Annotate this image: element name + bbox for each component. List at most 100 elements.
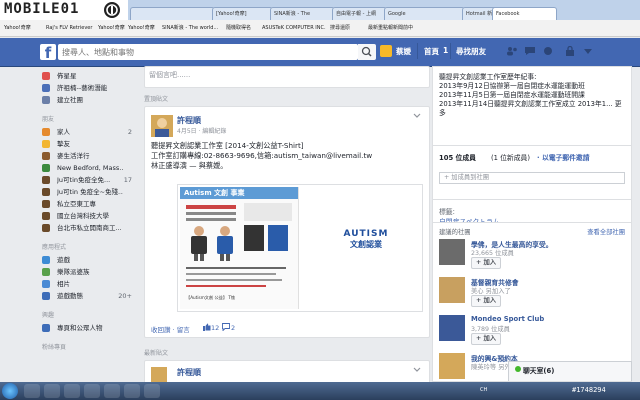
post-date[interactable]: 4月5日 · 編輯紀錄 — [177, 126, 226, 135]
sidebar-item[interactable]: 台北市私立開南商工... — [30, 222, 134, 234]
messages-icon[interactable] — [524, 46, 536, 56]
browser-tab[interactable] — [130, 7, 215, 20]
profile-link[interactable]: 蔡嬡 — [396, 46, 411, 57]
friend-requests-icon[interactable] — [506, 46, 518, 56]
comment-bubble-icon — [222, 323, 230, 333]
start-button[interactable] — [2, 383, 18, 399]
tshirt-product-photo — [268, 225, 288, 251]
app-taskbar-icon[interactable] — [144, 384, 160, 398]
chat-bar[interactable]: 聊天室(6) — [508, 361, 632, 381]
search-input[interactable] — [58, 44, 358, 60]
browser-tab[interactable]: Google — [384, 7, 465, 20]
media-taskbar-icon[interactable] — [64, 384, 80, 398]
facebook-logo[interactable]: f — [40, 44, 56, 60]
search-button[interactable] — [358, 44, 376, 60]
like-thumb-icon — [203, 323, 211, 333]
tshirt-model-photo — [214, 225, 236, 261]
sidebar-item-label: Ju可tin免疫全免... — [57, 176, 111, 184]
post-text-line: 聽提昇文創認業工作室 [2014-文創公益T-Shirt] — [151, 141, 304, 150]
bookmark-item[interactable]: 最新重點報新聞前中 — [368, 20, 413, 36]
event-line: 2013年9月12日協辦第一屆自閉症水運能運動班 — [439, 82, 585, 90]
privacy-lock-icon[interactable] — [564, 46, 576, 56]
language-indicator[interactable]: CH — [480, 387, 487, 393]
bookmark-item[interactable]: Yahoo!奇摩 — [128, 20, 155, 36]
home-link[interactable]: 首頁 — [424, 46, 439, 57]
sidebar-item[interactable]: 許祖楠--藝術潛能 — [30, 82, 134, 94]
sidebar-item[interactable]: 國立台灣科技大學 — [30, 210, 134, 222]
image-text-block — [186, 218, 236, 221]
watermark-badge-icon — [104, 2, 120, 18]
user-avatar[interactable] — [380, 45, 392, 57]
image-text-block — [186, 205, 236, 209]
join-group-button[interactable]: + 加入 — [471, 257, 502, 269]
sidebar-item-icon — [42, 268, 50, 276]
bookmark-item[interactable]: ASUSTeK COMPUTER INC. — [262, 20, 326, 36]
sidebar-item[interactable]: 樂隊派婆族 — [30, 266, 134, 278]
sidebar-item[interactable]: 遊戲 — [30, 254, 134, 266]
sidebar-item-icon — [42, 152, 50, 160]
sidebar-item[interactable]: New Bedford, Mass... — [30, 162, 134, 174]
group-name[interactable]: Mondeo Sport Club — [471, 315, 544, 323]
sidebar-section-header: 朋友 — [42, 116, 55, 123]
explorer-taskbar-icon[interactable] — [44, 384, 60, 398]
join-group-button[interactable]: + 加入 — [471, 295, 502, 307]
bookmark-item[interactable]: Yahoo!奇摩 — [4, 20, 31, 36]
sidebar-item[interactable]: 麥生活洋行 — [30, 150, 134, 162]
sidebar-item[interactable]: Ju可tin免疫全免... 17 — [30, 174, 134, 186]
bookmark-item[interactable]: Raj's FLV Retriever — [46, 20, 92, 36]
app-taskbar-icon[interactable] — [84, 384, 100, 398]
sidebar-item[interactable]: 私立亞東工專 — [30, 198, 134, 210]
see-all-groups-link[interactable]: 查看全部社團 — [587, 227, 625, 236]
group-avatar[interactable] — [439, 239, 465, 265]
app-taskbar-icon[interactable] — [104, 384, 120, 398]
browser-tab[interactable]: SINA新浪 - The — [270, 7, 335, 20]
bookmark-item[interactable]: SINA新浪 - The world... — [162, 20, 218, 36]
event-line: 聽提昇文創認業工作室歷年紀事: — [439, 73, 537, 81]
bookmark-item[interactable]: 搜尋還原 — [330, 20, 350, 36]
watermark-logo: MOBILE01 — [0, 0, 128, 20]
sidebar-item[interactable]: 佈星星 — [30, 70, 134, 82]
sidebar-item[interactable]: 專頁和公眾人物 — [30, 322, 134, 334]
sidebar-item-label: 家人 — [57, 128, 70, 136]
sidebar-item[interactable]: Ju可tin 免疫全~免殘... — [30, 186, 134, 198]
invite-by-email-link[interactable]: · 以電子郵件邀請 — [537, 152, 590, 162]
sidebar-item[interactable]: 相片 — [30, 278, 134, 290]
member-count[interactable]: 105 位成員 — [439, 152, 476, 162]
settings-dropdown-icon[interactable] — [582, 46, 594, 56]
post-image[interactable]: Autism 文創 事業 【Autism文創 公益】 T恤 AUTISM 文創認… — [177, 184, 423, 312]
add-member-input[interactable]: + 加成員到社團 — [439, 172, 625, 184]
ie-taskbar-icon[interactable] — [24, 384, 40, 398]
left-sidebar: 佈星星 許祖楠--藝術潛能 建立社團朋友家人 2 摯友 麥生活洋行 New Bedford,… — [30, 66, 134, 382]
group-avatar[interactable] — [439, 353, 465, 379]
comment-count[interactable]: 2 — [231, 324, 235, 332]
browser-tab[interactable]: [Yahoo!奇摩] — [212, 7, 273, 20]
online-status-icon — [515, 366, 521, 372]
post-options-chevron-down-icon[interactable] — [413, 113, 421, 121]
image-text-block — [186, 267, 286, 269]
bookmark-item[interactable]: 隨機取得名 — [226, 20, 251, 36]
post-card: 許程順 — [144, 360, 430, 384]
post-options-chevron-down-icon[interactable] — [413, 367, 421, 375]
group-avatar[interactable] — [439, 277, 465, 303]
sidebar-item[interactable]: 遊戲動態 20+ — [30, 290, 134, 302]
post-author[interactable]: 許程順 — [177, 115, 201, 126]
post-actions[interactable]: 收回讚 · 留言 — [151, 324, 190, 334]
sidebar-item[interactable]: 建立社團 — [30, 94, 134, 106]
browser-tab[interactable]: 自由電子報 - 上網 — [332, 7, 387, 20]
group-member-count: 23,665 位成員 — [471, 250, 514, 257]
app-taskbar-icon[interactable] — [124, 384, 140, 398]
author-avatar[interactable] — [151, 115, 173, 137]
like-count[interactable]: 12 — [211, 324, 219, 332]
group-avatar[interactable] — [439, 315, 465, 341]
browser-tab[interactable]: Facebook — [492, 7, 557, 20]
bookmark-item[interactable]: Yahoo!奇摩 — [98, 20, 125, 36]
sidebar-item[interactable]: 摯友 — [30, 138, 134, 150]
post-author[interactable]: 許程順 — [177, 367, 201, 378]
join-group-button[interactable]: + 加入 — [471, 333, 502, 345]
comment-placeholder[interactable]: 留個言吧...... — [149, 70, 190, 80]
notifications-icon[interactable] — [542, 46, 554, 56]
author-avatar[interactable] — [151, 367, 167, 383]
sidebar-item[interactable]: 家人 2 — [30, 126, 134, 138]
sidebar-item-label: 台北市私立開南商工... — [57, 224, 122, 232]
find-friends-link[interactable]: 尋找朋友 — [456, 46, 486, 57]
